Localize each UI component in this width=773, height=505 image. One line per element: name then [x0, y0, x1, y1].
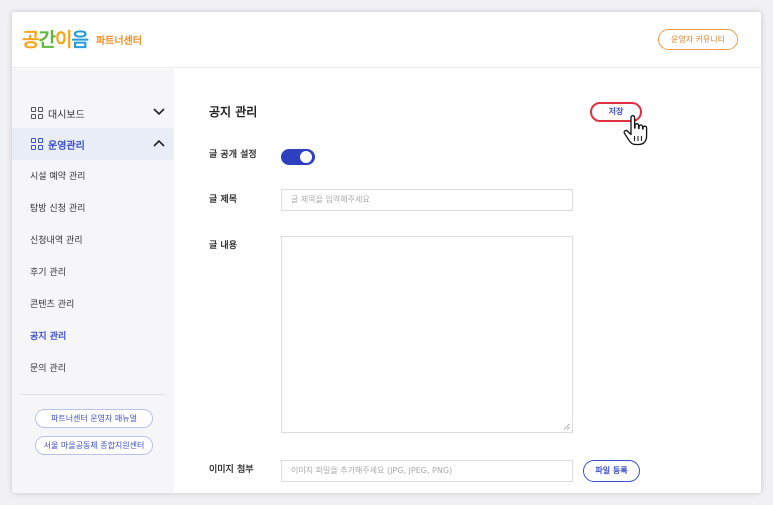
logo-char-3: 이	[54, 28, 73, 51]
hand-cursor-icon	[623, 115, 648, 146]
sidebar-divider	[20, 394, 166, 395]
operator-community-button[interactable]: 운영자 커뮤니티	[658, 29, 738, 50]
logo-subtitle: 파트너센터	[95, 36, 142, 47]
logo-char-2: 간	[38, 28, 56, 51]
app-window: 공간이음 파트너센터 운영자 커뮤니티 대시보드 운영관리 시설 예약 관리 탐…	[12, 12, 761, 493]
main-content: 공지 관리 저장 글 공개 설정 글 제목 글 제목을 입력해주세요 글 내용 …	[174, 69, 761, 493]
sidebar-subitem-application-history[interactable]: 신청내역 관리	[30, 233, 83, 246]
chevron-down-icon	[153, 108, 165, 116]
post-title-label: 글 제목	[209, 195, 237, 205]
logo-mark: 공간이음	[22, 25, 89, 52]
sidebar-subitem-notices[interactable]: 공지 관리	[30, 329, 66, 342]
file-register-button[interactable]: 파일 등록	[583, 460, 640, 482]
sidebar-subitem-tour-request[interactable]: 탐방 신청 관리	[30, 201, 85, 214]
top-header: 공간이음 파트너센터 운영자 커뮤니티	[12, 12, 761, 68]
toggle-knob	[300, 151, 312, 163]
sidebar-item-dashboard[interactable]: 대시보드	[12, 97, 174, 129]
image-file-input[interactable]: 이미지 파일을 추가해주세요 (JPG, JPEG, PNG)	[281, 460, 573, 482]
publish-setting-label: 글 공개 설정	[209, 150, 257, 160]
grid-icon	[31, 138, 43, 150]
support-center-link[interactable]: 서울 마을공동체 종합지원센터	[35, 436, 153, 455]
post-title-input[interactable]: 글 제목을 입력해주세요	[281, 189, 573, 211]
sidebar: 대시보드 운영관리 시설 예약 관리 탐방 신청 관리 신청내역 관리 후기 관…	[12, 69, 174, 493]
sidebar-subitem-reviews[interactable]: 후기 관리	[30, 265, 66, 278]
resize-handle-icon[interactable]	[563, 423, 570, 430]
chevron-up-icon	[153, 139, 165, 147]
sidebar-subitem-inquiries[interactable]: 문의 관리	[30, 361, 66, 374]
logo-char-4: 음	[71, 28, 89, 51]
post-content-label: 글 내용	[209, 241, 237, 251]
logo-char-1: 공	[22, 28, 40, 51]
sidebar-item-label: 대시보드	[48, 109, 85, 121]
sidebar-subitem-contents[interactable]: 콘텐츠 관리	[30, 297, 74, 310]
sidebar-subitem-facility-reservation[interactable]: 시설 예약 관리	[30, 169, 85, 182]
page-title: 공지 관리	[209, 105, 258, 119]
sidebar-item-operations[interactable]: 운영관리	[12, 128, 174, 160]
operator-manual-link[interactable]: 파트너센터 운영자 매뉴얼	[35, 409, 153, 428]
publish-toggle[interactable]	[281, 149, 315, 165]
sidebar-item-label: 운영관리	[48, 140, 85, 152]
image-attach-label: 이미지 첨부	[209, 465, 254, 475]
grid-icon	[31, 107, 43, 119]
post-content-textarea[interactable]	[281, 236, 573, 433]
logo[interactable]: 공간이음 파트너센터	[22, 24, 142, 52]
